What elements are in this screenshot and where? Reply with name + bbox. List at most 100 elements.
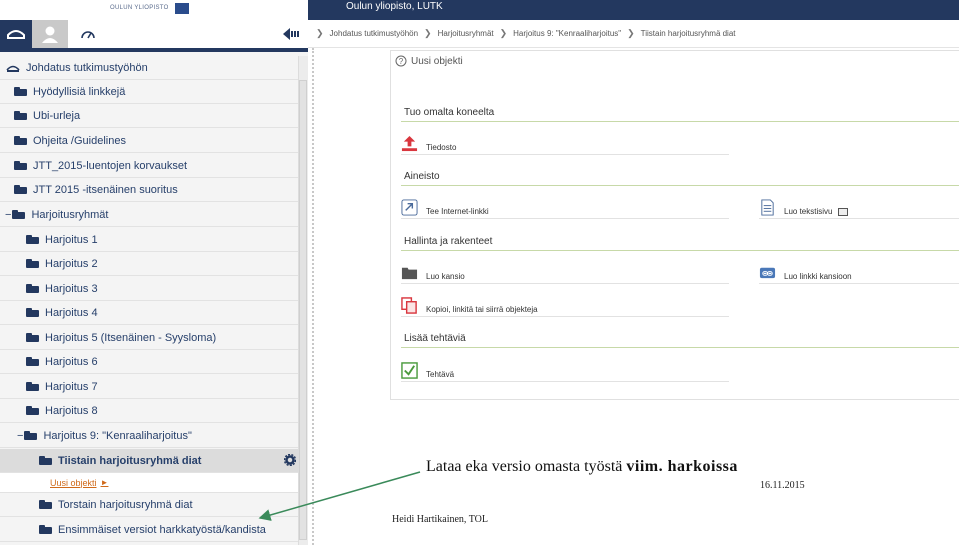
option-underline [759, 218, 959, 219]
left-panel: OULUN YLIOPISTO Johdatus tutkimustyöhön … [0, 0, 308, 545]
link-icon [401, 199, 418, 216]
folder-icon [14, 161, 27, 170]
option-underline [401, 154, 729, 155]
collapse-minus-icon[interactable]: − [5, 209, 11, 221]
option-label: Kopioi, linkitä tai siirrä objekteja [426, 305, 538, 314]
annotation-plain: Lataa eka versio omasta työstä [426, 458, 627, 475]
tab-personal[interactable] [32, 20, 68, 48]
slide-author: Heidi Hartikainen, TOL [392, 514, 488, 525]
section-heading: Aineisto [404, 171, 440, 182]
option-underline [401, 218, 729, 219]
tab-dashboard[interactable] [68, 20, 108, 48]
tree-label: Tiistain harjoitusryhmä diat [58, 454, 202, 467]
tree-label: Harjoitus 7 [45, 380, 98, 393]
tree-item[interactable]: Harjoitus 4 [0, 301, 298, 325]
option-label: Luo tekstisivu [784, 207, 833, 216]
tree-item[interactable]: Harjoitus 2 [0, 252, 298, 276]
tree-item[interactable]: Harjoitus 8 [0, 399, 298, 423]
checkbox-task-icon [401, 362, 418, 379]
splitter[interactable] [312, 48, 314, 545]
tree-label: Harjoitus 9: "Kenraaliharjoitus" [43, 429, 192, 442]
option-file[interactable]: Tiedosto [401, 135, 456, 152]
tree-item[interactable]: Harjoitus 7 [0, 375, 298, 399]
folder-icon [14, 87, 27, 96]
breadcrumb-item[interactable]: Johdatus tutkimustyöhön [330, 29, 419, 38]
tree-item-selected[interactable]: Tiistain harjoitusryhmä diat [0, 449, 298, 473]
tree-item[interactable]: Ensimmäiset versiot harkkatyöstä/kandist… [0, 518, 298, 542]
document-icon [761, 199, 774, 216]
new-object-link[interactable]: Uusi objekti ► [0, 473, 298, 493]
tree-label: JTT_2015-luentojen korvaukset [33, 159, 188, 172]
tree-label: JTT 2015 -itsenäinen suoritus [33, 183, 178, 196]
option-assignment[interactable]: Tehtävä [401, 362, 454, 379]
tree-label: Harjoitusryhmät [31, 208, 109, 221]
slide-date: 16.11.2015 [760, 480, 805, 491]
panel-title-text: Uusi objekti [411, 55, 463, 67]
tree-item-expanded[interactable]: − Harjoitusryhmät [0, 203, 298, 227]
top-bar: Oulun yliopisto, LUTK [308, 0, 959, 20]
option-underline [759, 283, 959, 284]
option-folder-link[interactable]: Luo linkki kansioon [759, 264, 852, 281]
folder-icon [14, 136, 27, 145]
tab-repository[interactable] [0, 20, 32, 48]
option-label: Luo kansio [426, 272, 465, 281]
collapse-panel-button[interactable] [282, 26, 300, 42]
tree-label: Ubi-urleja [33, 109, 81, 122]
folder-icon [39, 525, 52, 534]
tree-label: Torstain harjoitusryhmä diat [58, 498, 193, 511]
folder-icon [26, 235, 39, 244]
tree-label: Harjoitus 5 (Itsenäinen - Syysloma) [45, 331, 217, 344]
breadcrumb-item[interactable]: Harjoitusryhmät [438, 29, 494, 38]
upload-icon [401, 135, 418, 152]
tree-item[interactable]: Ubi-urleja [0, 104, 298, 128]
breadcrumb-item-current: Tiistain harjoitusryhmä diat [640, 29, 736, 38]
tree-label: Hyödyllisiä linkkejä [33, 85, 126, 98]
option-underline [401, 283, 729, 284]
option-text-page[interactable]: Luo tekstisivu [759, 199, 849, 216]
folder-icon [26, 406, 39, 415]
university-logo: OULUN YLIOPISTO [110, 3, 189, 14]
tree-label: Harjoitus 8 [45, 404, 98, 417]
option-folder[interactable]: Luo kansio [401, 264, 465, 281]
panel-tabs [0, 20, 308, 52]
tree-item[interactable]: Harjoitus 5 (Itsenäinen - Syysloma) [0, 326, 298, 350]
tree-item[interactable]: JTT_2015-luentojen korvaukset [0, 154, 298, 178]
tree-item[interactable]: Harjoitus 1 [0, 228, 298, 252]
folder-large-icon [401, 267, 418, 280]
folder-icon [26, 308, 39, 317]
tree-label: Harjoitus 4 [45, 306, 98, 319]
option-label: Tee Internet-linkki [426, 207, 489, 216]
breadcrumb-item[interactable]: Harjoitus 9: "Kenraaliharjoitus" [513, 29, 621, 38]
section-divider [401, 121, 959, 122]
collapse-minus-icon[interactable]: − [17, 430, 23, 442]
folder-link-icon [759, 267, 776, 279]
tree-item[interactable]: Ohjeita /Guidelines [0, 129, 298, 153]
logo-text: OULUN YLIOPISTO [110, 5, 169, 11]
tree-item[interactable]: Torstain harjoitusryhmä diat [0, 493, 298, 517]
tree-item[interactable]: Harjoitus 3 [0, 277, 298, 301]
gauge-icon [81, 31, 95, 39]
tree-label: Harjoitus 3 [45, 282, 98, 295]
folder-icon [39, 500, 52, 509]
section-divider [401, 250, 959, 251]
option-copy-move[interactable]: Kopioi, linkitä tai siirrä objekteja [401, 297, 538, 314]
help-icon[interactable]: ? [395, 55, 407, 67]
scrollbar-thumb[interactable] [299, 80, 307, 540]
tree-item-expanded[interactable]: − Harjoitus 9: "Kenraaliharjoitus" [0, 424, 298, 448]
tree-item[interactable]: Harjoitus 6 [0, 350, 298, 374]
tree-label: Ohjeita /Guidelines [33, 134, 126, 147]
logo-mark-icon [174, 3, 189, 14]
option-label: Tehtävä [426, 370, 455, 379]
tree-label: Uusi objekti [50, 477, 97, 488]
repository-icon [7, 30, 25, 39]
tree-root[interactable]: Johdatus tutkimustyöhön [0, 56, 298, 80]
tree-label: Harjoitus 1 [45, 233, 98, 246]
tree-item[interactable]: JTT 2015 -itsenäinen suoritus [0, 178, 298, 202]
new-window-icon [838, 208, 849, 216]
gear-icon[interactable] [283, 453, 297, 469]
folder-icon [26, 284, 39, 293]
tree-item[interactable]: Hyödyllisiä linkkejä [0, 80, 298, 104]
option-web-link[interactable]: Tee Internet-linkki [401, 199, 489, 216]
tree-label: Harjoitus 2 [45, 257, 98, 270]
folder-icon [12, 210, 26, 219]
